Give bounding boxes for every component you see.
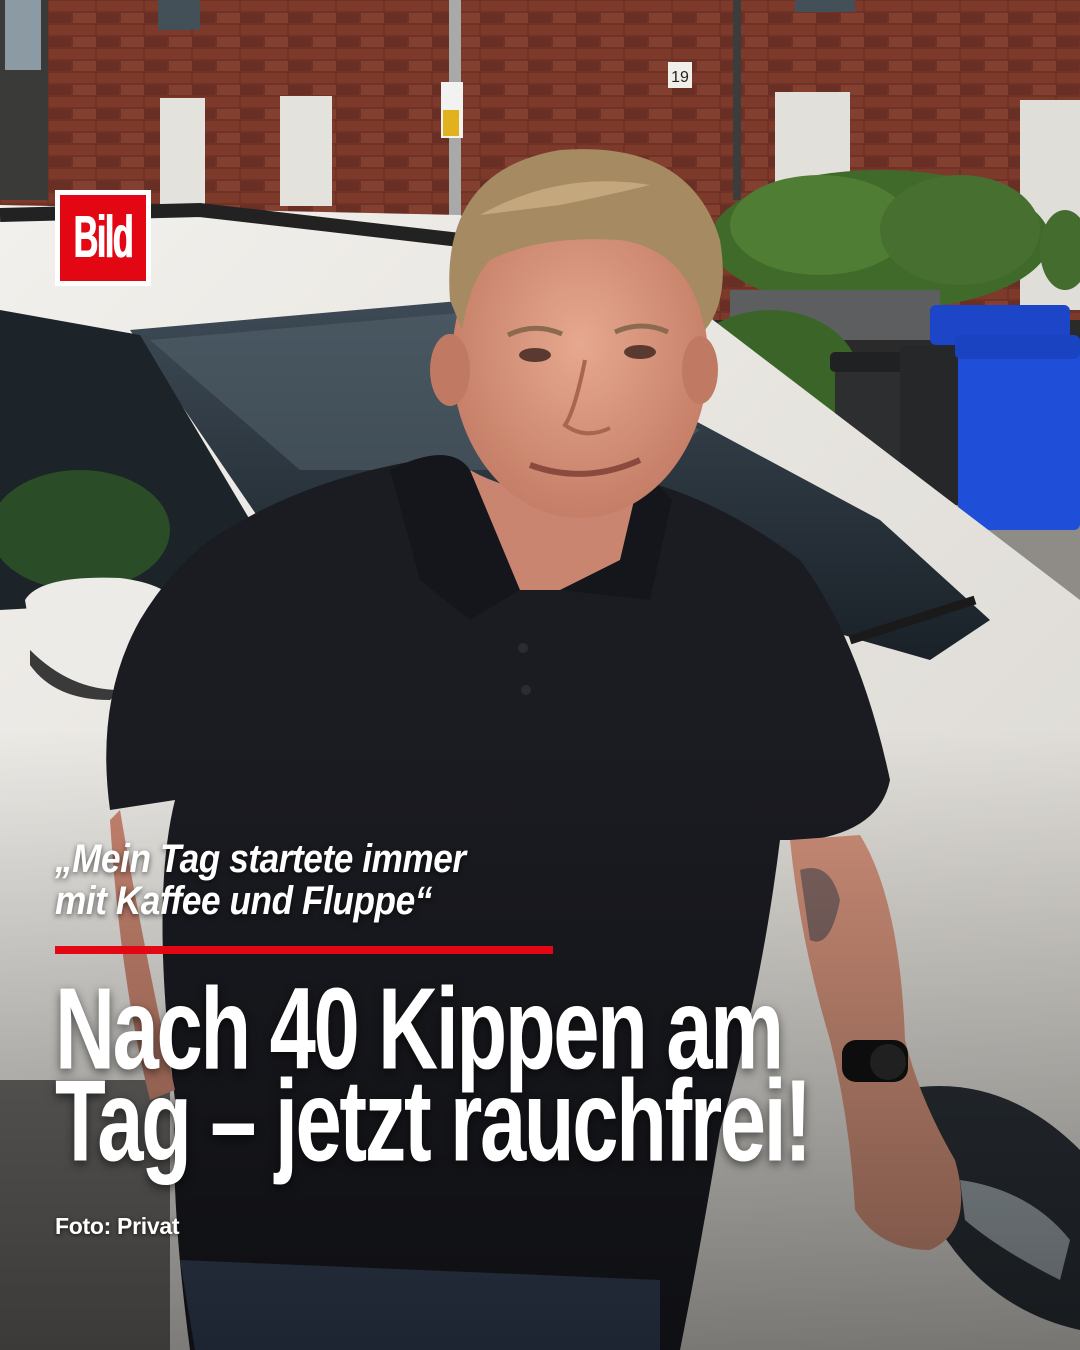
post-image: 19 Bild „Mein Tag startete immer mit Kaf…	[0, 0, 1080, 1350]
quote: „Mein Tag startete immer mit Kaffee und …	[55, 838, 615, 922]
bild-logo-red-box: Bild	[60, 195, 146, 281]
house-number: 19	[671, 69, 689, 86]
quote-line-1: „Mein Tag startete immer	[55, 837, 466, 881]
bild-logo-text: Bild	[73, 204, 134, 271]
red-divider	[55, 946, 553, 954]
headline: Nach 40 Kippen am Tag – jetzt rauchfrei!	[55, 971, 1015, 1179]
headline-line-2: Tag – jetzt rauchfrei!	[55, 1056, 812, 1187]
bild-logo: Bild	[55, 190, 151, 286]
photo-credit: Foto: Privat	[55, 1213, 180, 1239]
quote-line-2: mit Kaffee und Fluppe“	[55, 879, 432, 923]
